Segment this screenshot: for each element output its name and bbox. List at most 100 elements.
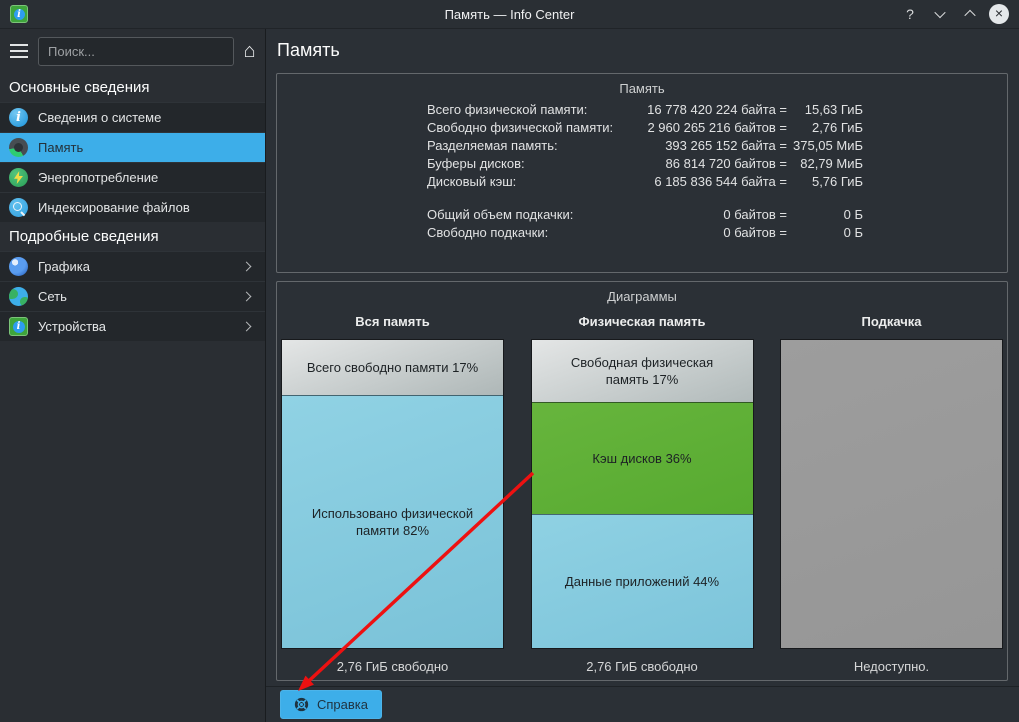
memory-stat-row: Дисковый кэш: 6 185 836 544 байта = 5,76 Г… [427,173,863,191]
sidebar-item-graphics[interactable]: Графика [0,251,265,281]
home-button[interactable]: ⌂ [242,36,257,66]
memory-stat-label: Всего физической памяти: [427,102,588,117]
memory-stat-row: Разделяемая память: 393 265 152 байта = 37… [427,137,863,155]
memory-stat-human: 0 Б [843,207,863,222]
charts-row: Вся память Всего свободно памяти 17% Испол… [277,309,1007,674]
chart-column: Физическая память Свободная физическая па… [530,309,754,674]
memory-stat-bytes: 6 185 836 544 байта = [654,174,787,189]
sidebar-item-label: Устройства [38,319,107,334]
app-icon [10,5,28,23]
memory-stat-label: Общий объем подкачки: [427,207,574,222]
home-icon: ⌂ [243,39,256,62]
memory-stat-label: Разделяемая память: [427,138,558,153]
memory-stat-label: Дисковый кэш: [427,174,517,189]
chart-segment-label: Кэш дисков 36% [592,450,692,466]
memory-stat-label: Буферы дисков: [427,156,525,171]
memory-stat-human: 82,79 МиБ [800,156,863,171]
charts-panel-title: Диаграммы [607,289,677,304]
memory-stat-label: Свободно физической памяти: [427,120,614,135]
sidebar-item-label: Сведения о системе [38,110,162,125]
file-indexing-icon [9,198,28,217]
window-title: Память — Info Center [444,6,575,22]
window-help-button[interactable]: ? [899,3,921,25]
chart-segment-label: Данные приложений 44% [564,573,720,589]
chart-title: Подкачка [861,314,922,329]
memory-stats-table: Всего физической памяти: 16 778 420 224 б… [427,101,863,242]
chart-title: Физическая память [578,314,706,329]
chart-column: Вся память Всего свободно памяти 17% Испол… [281,309,504,674]
lifebuoy-icon [294,697,309,712]
memory-icon [9,138,28,157]
sidebar-item-system-info[interactable]: Сведения о системе [0,102,265,132]
chart-segment: Использовано физической памяти 82% [282,395,503,648]
sidebar-section-header: Основные сведения [0,73,265,102]
main-area: Память Память Всего физической памяти: 16… [266,29,1019,722]
sidebar-item-label: Энергопотребление [38,170,159,185]
sidebar: ⌂ Основные сведения Сведения о системе Пам… [0,29,266,722]
memory-stat-row: Свободно подкачки: 0 байтов = 0 Б [427,224,863,242]
sidebar-item-energy[interactable]: Энергопотребление [0,162,265,192]
chevron-right-icon [241,291,252,302]
memory-stats-body: Всего физической памяти: 16 778 420 224 б… [427,101,863,242]
memory-stat-bytes: 86 814 720 байтов = [665,156,787,171]
sidebar-item-file-indexing[interactable]: Индексирование файлов [0,192,265,222]
graphics-icon [9,257,28,276]
app-window: Память — Info Center ? × ⌂ Основные свед… [0,0,1019,722]
chart-caption: Недоступно. [853,659,930,674]
chart-caption: 2,76 ГиБ свободно [336,659,449,674]
footer: Справка [266,686,1019,722]
sidebar-item-label: Сеть [38,289,67,304]
memory-stat-bytes: 393 265 152 байта = [665,138,787,153]
sidebar-item-network[interactable]: Сеть [0,281,265,311]
chart-stack: Свободная физическая память 17% Кэш диско… [530,339,754,649]
sidebar-section-header: Подробные сведения [0,222,265,251]
chevron-right-icon [241,261,252,272]
chart-title: Вся память [355,314,430,329]
memory-panel-title: Память [619,81,665,96]
sidebar-toolbar: ⌂ [0,29,265,73]
system-info-icon [9,108,28,127]
memory-stat-row: Общий объем подкачки: 0 байтов = 0 Б [427,206,863,224]
sidebar-item-label: Память [38,140,84,155]
help-button[interactable]: Справка [280,690,382,719]
chart-segment: Данные приложений 44% [531,514,753,648]
memory-stat-label: Свободно подкачки: [427,225,549,240]
sidebar-item-devices[interactable]: Устройства [0,311,265,341]
sidebar-item-memory[interactable]: Память [0,132,265,162]
chart-segment: Всего свободно памяти 17% [282,340,503,396]
chart-column: Подкачка Недоступно. [780,309,1003,674]
memory-stat-bytes: 2 960 265 216 байтов = [647,120,787,135]
chart-stack: Всего свободно памяти 17% Использовано фи… [281,339,504,649]
help-button-label: Справка [317,697,368,712]
chart-segment-label: Всего свободно памяти 17% [306,360,479,376]
search-input[interactable] [38,36,234,66]
memory-panel: Память Всего физической памяти: 16 778 42… [276,73,1008,273]
chevron-down-icon [934,6,946,19]
page-title: Память [277,40,340,60]
memory-stat-human: 0 Б [843,225,863,240]
energy-icon [9,168,28,187]
chart-segment-label: Использовано физической памяти 82% [311,506,474,539]
chart-stack [780,339,1003,649]
devices-icon [9,317,28,336]
maximize-button[interactable] [959,3,981,25]
close-button[interactable]: × [989,4,1009,24]
chart-caption: 2,76 ГиБ свободно [586,659,698,674]
minimize-button[interactable] [929,3,951,25]
titlebar[interactable]: Память — Info Center ? × [0,0,1019,29]
chevron-right-icon [241,321,252,332]
menu-button[interactable] [8,42,30,60]
memory-stat-bytes: 0 байтов = [723,207,787,222]
sidebar-item-label: Графика [38,259,90,274]
network-icon [9,287,28,306]
chart-segment-label: Свободная физическая память 17% [570,354,714,387]
chart-segment: Кэш дисков 36% [531,401,753,514]
memory-stat-human: 5,76 ГиБ [811,174,863,189]
close-icon: × [994,5,1004,21]
chart-segment: Свободная физическая память 17% [531,340,753,402]
charts-panel: Диаграммы Вся память Всего свободно памят… [276,281,1008,681]
sidebar-nav: Основные сведения Сведения о системе Памят… [0,73,265,341]
sidebar-item-label: Индексирование файлов [38,200,190,215]
memory-stat-bytes: 0 байтов = [723,225,787,240]
chevron-up-icon [964,9,976,22]
